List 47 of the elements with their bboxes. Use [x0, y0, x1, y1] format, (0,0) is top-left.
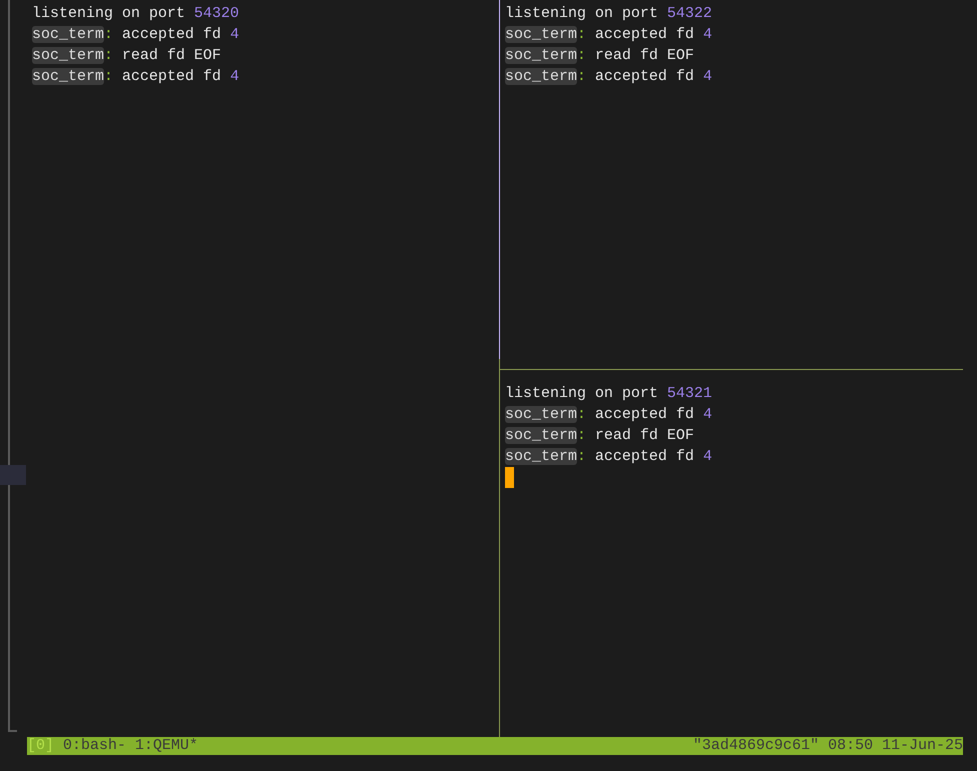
process-tag: soc_term	[505, 68, 578, 85]
separator: :	[577, 406, 586, 423]
separator: :	[104, 26, 114, 43]
process-tag: soc_term	[505, 448, 578, 465]
separator: :	[577, 68, 586, 85]
date-text: 11-Jun-25	[882, 737, 963, 755]
separator: :	[104, 47, 114, 64]
separator: :	[577, 47, 586, 64]
window-tab[interactable]: 0:bash-	[63, 737, 126, 755]
process-tag: soc_term	[505, 406, 578, 423]
number-text: 54320	[194, 5, 240, 22]
log-text: accepted fd	[595, 26, 694, 43]
log-text: listening on port	[505, 385, 658, 402]
number-text: 54321	[667, 385, 712, 402]
process-tag: soc_term	[32, 68, 104, 85]
host-name: "3ad4869c9c61"	[692, 737, 819, 755]
process-tag: soc_term	[32, 47, 104, 64]
log-text: listening on port	[505, 5, 658, 22]
number-text: 54322	[667, 5, 712, 22]
line-highlight	[0, 465, 26, 485]
log-text: accepted fd	[122, 68, 222, 85]
separator: :	[104, 68, 114, 85]
process-tag: soc_term	[32, 26, 104, 43]
number-text: 4	[703, 406, 712, 423]
log-text: read fd EOF	[122, 47, 222, 64]
log-text: accepted fd	[595, 68, 694, 85]
number-text: 4	[703, 26, 712, 43]
log-text: accepted fd	[595, 448, 694, 465]
process-tag: soc_term	[505, 427, 578, 444]
number-text: 4	[230, 68, 240, 85]
log-text: read fd EOF	[595, 427, 694, 444]
number-text: 4	[703, 448, 712, 465]
terminal-pane[interactable]: listening on port 54320 soc_term: accepted fd 4 soc_term: read fd EOF soc_term: accepted fd 4	[27, 0, 499, 737]
process-tag: soc_term	[505, 26, 578, 43]
number-text: 4	[230, 26, 240, 43]
log-text: accepted fd	[122, 26, 222, 43]
window-tab[interactable]: 1:QEMU*	[135, 737, 198, 755]
process-tag: soc_term	[505, 47, 578, 64]
terminal-pane[interactable]: listening on port 54322 soc_term: accepted fd 4 soc_term: read fd EOF soc_term: accepted fd 4	[499, 0, 963, 359]
separator: :	[577, 448, 586, 465]
number-text: 4	[703, 68, 712, 85]
log-text: read fd EOF	[595, 47, 694, 64]
log-text: listening on port	[32, 5, 186, 22]
separator: :	[577, 26, 586, 43]
separator: :	[577, 427, 586, 444]
clock-time: 08:50	[828, 737, 873, 755]
log-text: accepted fd	[595, 406, 694, 423]
